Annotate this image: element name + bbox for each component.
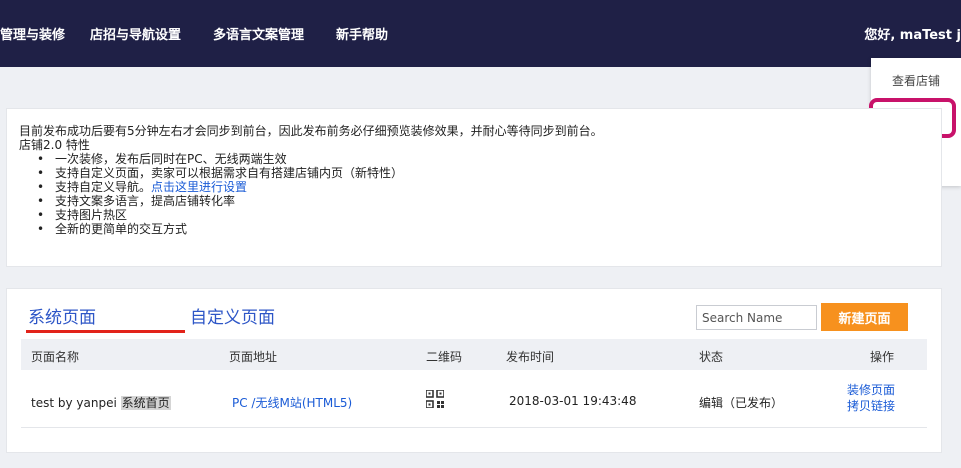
feature-item: 支持文案多语言，提高店铺转化率 [37, 194, 929, 208]
feature-item-label: 支持自定义导航。 [55, 180, 152, 194]
page-name-cell: test by yanpei 系统首页 [31, 394, 171, 411]
tab-custom-pages[interactable]: 自定义页面 [190, 303, 275, 328]
page-url-link[interactable]: PC /无线M站(HTML5) [232, 394, 352, 411]
column-header-publish-time: 发布时间 [506, 350, 555, 364]
system-home-tag: 系统首页 [120, 396, 171, 410]
features-title: 店铺2.0 特性 [19, 138, 90, 152]
nav-item-multilang-copy[interactable]: 多语言文案管理 [213, 24, 304, 43]
feature-item: 支持自定义页面，卖家可以根据需求自有搭建店铺内页（新特性） [37, 166, 929, 180]
tab-system-pages[interactable]: 系统页面 [28, 303, 96, 328]
nav-item-manage-decorate[interactable]: 管理与装修 [0, 24, 65, 43]
search-name-input[interactable] [696, 305, 817, 330]
table-header: 页面名称 页面地址 二维码 发布时间 状态 操作 [21, 339, 927, 370]
column-header-page-url: 页面地址 [229, 350, 278, 364]
column-header-qrcode: 二维码 [426, 350, 463, 364]
copy-link-link[interactable]: 拷贝链接 [847, 398, 895, 414]
feature-list: 一次装修，发布后同时在PC、无线两端生效 支持自定义页面，卖家可以根据需求自有搭… [37, 152, 929, 236]
top-navigation-bar: 管理与装修 店招与导航设置 多语言文案管理 新手帮助 您好, maTest j [0, 0, 961, 67]
publish-time: 2018-03-01 19:43:48 [509, 394, 637, 408]
column-header-status: 状态 [699, 350, 724, 364]
qr-code-icon[interactable] [426, 390, 444, 408]
user-greeting-menu[interactable]: 您好, maTest j [864, 24, 961, 43]
feature-item: 支持自定义导航。点击这里进行设置 [37, 180, 929, 194]
feature-item: 一次装修，发布后同时在PC、无线两端生效 [37, 152, 929, 166]
column-header-page-name: 页面名称 [31, 350, 80, 364]
status-text: 编辑（已发布） [699, 396, 784, 410]
page-name: test by yanpei [31, 396, 117, 410]
column-header-actions: 操作 [870, 350, 895, 364]
decorate-page-link[interactable]: 装修页面 [847, 382, 895, 398]
pages-panel: 系统页面 自定义页面 新建页面 页面名称 页面地址 二维码 发布时间 状态 操作… [6, 288, 942, 453]
feature-item: 支持图片热区 [37, 208, 929, 222]
menu-item-view-store[interactable]: 查看店铺 [871, 72, 961, 89]
new-page-button[interactable]: 新建页面 [821, 303, 908, 331]
nav-item-beginner-help[interactable]: 新手帮助 [336, 24, 388, 43]
table-row: test by yanpei 系统首页 PC /无线M站(HTML5) 2018… [21, 370, 927, 428]
nav-settings-link[interactable]: 点击这里进行设置 [151, 180, 247, 194]
row-actions: 装修页面 拷贝链接 [847, 382, 895, 414]
nav-item-banner-nav-settings[interactable]: 店招与导航设置 [90, 24, 181, 43]
sync-notice-text: 目前发布成功后要有5分钟左右才会同步到前台，因此发布前务必仔细预览装修效果，并耐… [19, 124, 603, 138]
active-tab-underline [26, 330, 185, 333]
notice-panel: 目前发布成功后要有5分钟左右才会同步到前台，因此发布前务必仔细预览装修效果，并耐… [6, 108, 942, 267]
feature-item: 全新的更简单的交互方式 [37, 222, 929, 236]
